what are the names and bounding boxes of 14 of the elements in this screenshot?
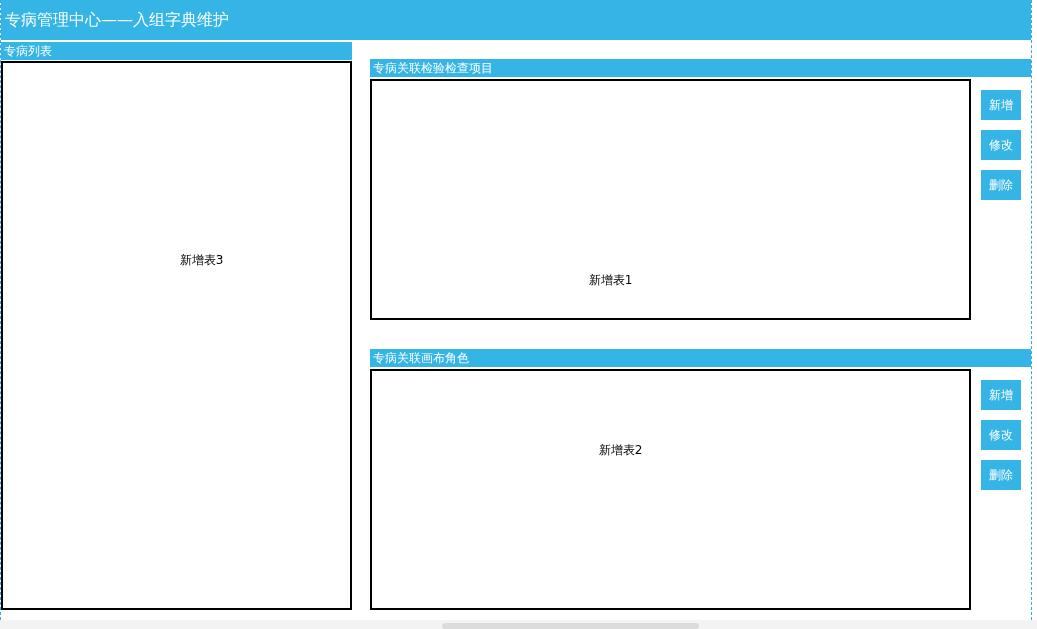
action-button[interactable]: 新增 bbox=[981, 380, 1021, 410]
panel-header: 专病关联画布角色 bbox=[370, 349, 1031, 367]
table-label: 新增表3 bbox=[179, 253, 224, 267]
scrollbar-track[interactable] bbox=[0, 620, 1037, 629]
action-button[interactable]: 新增 bbox=[981, 90, 1021, 120]
action-button[interactable]: 修改 bbox=[981, 130, 1021, 160]
table-label: 新增表1 bbox=[588, 273, 633, 287]
action-button[interactable]: 删除 bbox=[981, 460, 1021, 490]
panel-header: 专病列表 bbox=[1, 42, 352, 60]
action-button[interactable]: 删除 bbox=[981, 170, 1021, 200]
page-title: 专病管理中心——入组字典维护 bbox=[1, 0, 1031, 40]
panel-header: 专病关联检验检查项目 bbox=[370, 59, 1031, 77]
table-label: 新增表2 bbox=[598, 443, 643, 457]
action-button[interactable]: 修改 bbox=[981, 420, 1021, 450]
